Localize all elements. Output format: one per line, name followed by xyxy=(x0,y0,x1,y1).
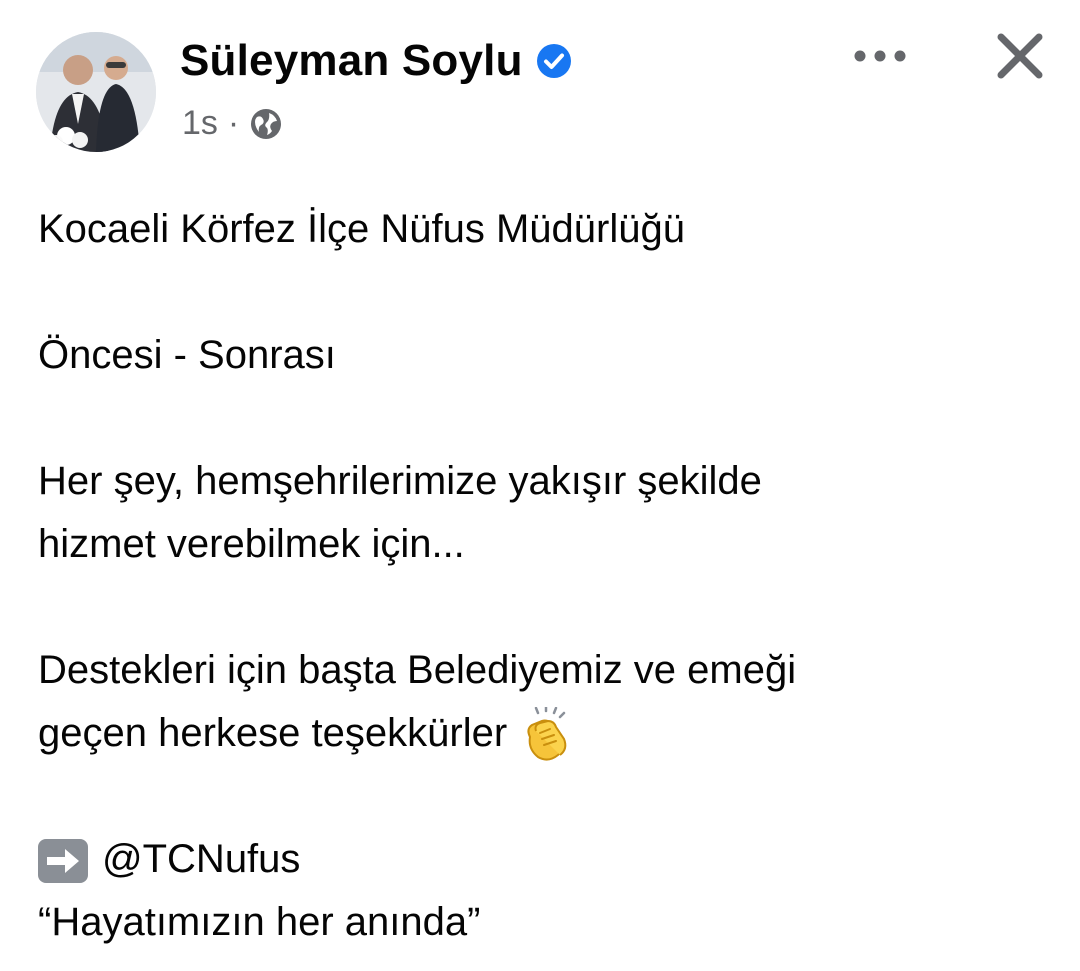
meta-separator: · xyxy=(227,104,240,142)
close-button[interactable] xyxy=(992,28,1048,84)
post-line: “Hayatımızın her anında” xyxy=(38,900,481,944)
more-options-button[interactable] xyxy=(850,36,910,76)
author-avatar[interactable] xyxy=(36,32,156,152)
author-name[interactable]: Süleyman Soylu xyxy=(180,36,523,86)
post-line: @TCNufus xyxy=(38,828,1048,891)
avatar-photo xyxy=(36,32,156,152)
globe-icon xyxy=(251,108,282,139)
tcnufus-mention[interactable]: @TCNufus xyxy=(102,837,300,881)
post-meta: 1s · xyxy=(182,104,283,143)
post-line: Öncesi - Sonrası xyxy=(38,333,336,377)
post-timestamp[interactable]: 1s xyxy=(182,104,218,143)
more-horizontal-icon xyxy=(854,50,906,62)
right-arrow-emoji xyxy=(38,839,88,884)
post-header: Süleyman Soylu 1s · xyxy=(0,0,1080,170)
post-line-text: geçen herkese teşekkürler xyxy=(38,711,508,755)
post-line: hizmet verebilmek için... xyxy=(38,522,465,566)
close-icon xyxy=(997,33,1043,79)
post-line: Kocaeli Körfez İlçe Nüfus Müdürlüğü xyxy=(38,207,685,251)
post-text: Kocaeli Körfez İlçe Nüfus Müdürlüğü Önce… xyxy=(38,198,1048,954)
post-line: Destekleri için başta Belediyemiz ve eme… xyxy=(38,648,797,692)
author-row: Süleyman Soylu xyxy=(180,36,573,86)
clapping-hands-emoji xyxy=(527,707,567,761)
post-line: Her şey, hemşehrilerimize yakışır şekild… xyxy=(38,459,762,503)
verified-badge-icon xyxy=(536,44,571,78)
post-line: geçen herkese teşekkürler xyxy=(38,702,1048,765)
